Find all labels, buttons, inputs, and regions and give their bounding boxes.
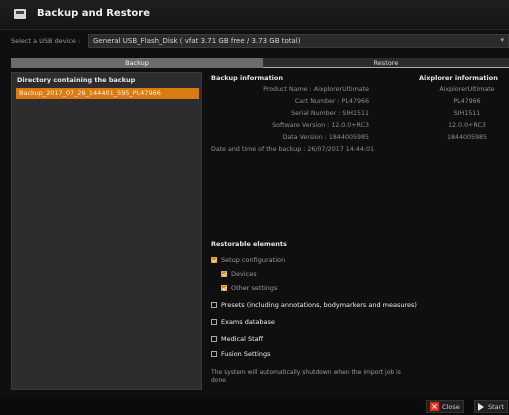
list-item[interactable]: Backup_2017_07_26_144401_595_PL47966 <box>16 88 199 99</box>
usb-device-value: General USB_Flash_Disk ( vfat 3.71 GB fr… <box>93 37 301 45</box>
aixplorer-software-version: 12.0.0+RC3 <box>448 122 486 129</box>
aixplorer-info-header: Aixplorer information <box>419 74 498 82</box>
aixplorer-data-version: 1844005985 <box>446 134 488 141</box>
serial-number-row: Serial Number : SIH1511 <box>291 110 369 117</box>
tab-restore[interactable]: Restore <box>263 58 509 68</box>
product-name-row: Product Name : AixplorerUltimate <box>263 86 369 93</box>
usb-device-select[interactable]: General USB_Flash_Disk ( vfat 3.71 GB fr… <box>88 34 509 48</box>
start-button[interactable]: Start <box>474 400 508 413</box>
aixplorer-serial-number: SIH1511 <box>453 110 481 117</box>
setup-configuration-checkbox[interactable]: Setup configuration <box>211 256 285 264</box>
data-version-row: Data Version : 1844005985 <box>282 134 369 141</box>
software-version-row: Software Version : 12.0.0+RC3 <box>272 122 369 129</box>
backup-directory-panel: Directory containing the backup Backup_2… <box>11 72 202 390</box>
checkbox-checked-icon <box>221 271 227 277</box>
devices-checkbox[interactable]: Devices <box>221 270 257 278</box>
checkbox-unchecked-icon <box>211 336 217 342</box>
presets-checkbox[interactable]: Presets (including annotations, bodymark… <box>211 301 417 309</box>
medical-staff-checkbox[interactable]: Medical Staff <box>211 335 263 343</box>
backup-directory-header: Directory containing the backup <box>17 76 136 84</box>
fusion-settings-checkbox[interactable]: Fusion Settings <box>211 350 271 358</box>
checkbox-unchecked-icon <box>211 319 217 325</box>
close-button[interactable]: × Close <box>426 400 464 413</box>
backup-date-row: Date and time of the backup : 26/07/2017… <box>211 146 374 153</box>
close-icon: × <box>430 402 439 411</box>
aixplorer-cart-number: PL47966 <box>453 98 481 105</box>
aixplorer-product-name: AixplorerUltimate <box>439 86 495 93</box>
chevron-down-icon: ▾ <box>500 36 504 44</box>
shutdown-note: The system will automatically shutdown w… <box>211 369 401 384</box>
play-icon <box>478 402 484 411</box>
checkbox-checked-icon <box>211 257 217 263</box>
cart-number-row: Cart Number : PL47966 <box>294 98 369 105</box>
usb-device-label: Select a USB device : <box>11 37 81 45</box>
exams-database-checkbox[interactable]: Exams database <box>211 318 275 326</box>
checkbox-unchecked-icon <box>211 351 217 357</box>
backup-icon <box>14 9 26 19</box>
checkbox-unchecked-icon <box>211 302 217 308</box>
tab-backup[interactable]: Backup <box>11 58 263 68</box>
backup-info-header: Backup information <box>211 74 284 82</box>
usb-device-row: Select a USB device : General USB_Flash_… <box>0 33 509 49</box>
other-settings-checkbox[interactable]: Other settings <box>221 284 277 292</box>
title-bar: Backup and Restore <box>0 0 509 30</box>
checkbox-checked-icon <box>221 285 227 291</box>
window-title: Backup and Restore <box>37 8 151 19</box>
restorable-elements-title: Restorable elements <box>211 240 287 248</box>
